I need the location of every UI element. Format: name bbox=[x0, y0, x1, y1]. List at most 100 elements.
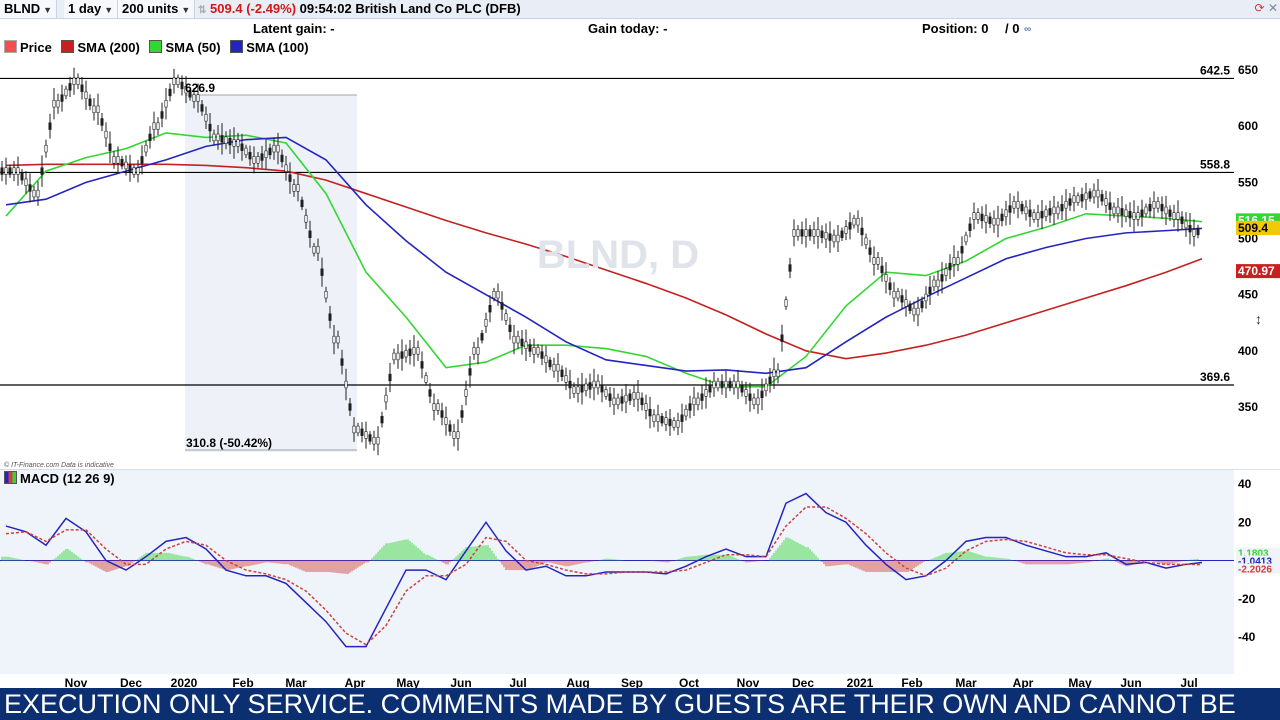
candle-body bbox=[1168, 209, 1172, 217]
candle-body bbox=[888, 282, 892, 290]
candle-body bbox=[1108, 202, 1112, 210]
candle-body bbox=[1012, 201, 1016, 209]
candle-body bbox=[784, 299, 788, 307]
candle-body bbox=[80, 84, 84, 92]
chevron-down-icon: ▼ bbox=[181, 5, 191, 15]
candle-body bbox=[216, 133, 220, 142]
price-chart[interactable]: 642.5558.8369.6 350400450500550600650 BL… bbox=[0, 38, 1280, 468]
candle-body bbox=[504, 313, 508, 321]
candle-body bbox=[796, 229, 800, 237]
legend-item[interactable]: Price bbox=[4, 40, 52, 55]
legend-item[interactable]: SMA (200) bbox=[61, 40, 140, 55]
units-selector[interactable]: 200 units ▼ bbox=[118, 0, 196, 18]
candle-body bbox=[196, 94, 200, 102]
candle-body bbox=[1148, 203, 1152, 212]
candle-body bbox=[104, 130, 108, 139]
interval-selector[interactable]: 1 day ▼ bbox=[64, 0, 119, 18]
candle-body bbox=[980, 213, 984, 222]
candle-body bbox=[852, 217, 856, 226]
candle-body bbox=[232, 139, 236, 147]
candle-body bbox=[92, 105, 96, 113]
candle-body bbox=[448, 424, 452, 432]
candle-body bbox=[348, 403, 352, 411]
candle-body bbox=[744, 389, 748, 397]
candle-body bbox=[16, 167, 20, 175]
candle-body bbox=[912, 307, 916, 316]
candle-body bbox=[792, 229, 796, 237]
candle-body bbox=[156, 122, 160, 130]
candle-body bbox=[212, 133, 216, 142]
candle-body bbox=[520, 338, 524, 347]
candle-body bbox=[968, 223, 972, 231]
candle-body bbox=[540, 351, 544, 359]
last-price: 509.4 bbox=[210, 1, 243, 16]
candle-body bbox=[524, 341, 528, 349]
refresh-icon[interactable]: ⟳ bbox=[1255, 1, 1265, 15]
candle-body bbox=[608, 393, 612, 401]
candle-body bbox=[52, 100, 56, 108]
legend-item[interactable]: SMA (50) bbox=[149, 40, 221, 55]
candle-body bbox=[628, 393, 632, 401]
candle-body bbox=[688, 403, 692, 411]
candle-body bbox=[776, 369, 780, 377]
y-tick-label: 550 bbox=[1238, 175, 1258, 189]
candle-body bbox=[72, 77, 76, 85]
candle-body bbox=[12, 167, 16, 175]
price-change: (-2.49%) bbox=[246, 1, 297, 16]
candle-body bbox=[1184, 220, 1188, 229]
candle-body bbox=[624, 394, 628, 403]
candle-body bbox=[544, 355, 548, 363]
symbol-label: BLND bbox=[4, 1, 41, 16]
candle-body bbox=[1064, 201, 1068, 209]
candle-body bbox=[660, 415, 664, 424]
candle-body bbox=[1128, 210, 1132, 219]
candle-body bbox=[908, 303, 912, 311]
candle-body bbox=[916, 307, 920, 316]
close-icon[interactable]: ✕ bbox=[1268, 1, 1278, 15]
y-tick-label: 650 bbox=[1238, 63, 1258, 77]
legend-item[interactable]: SMA (100) bbox=[230, 40, 309, 55]
candle-body bbox=[396, 352, 400, 361]
candle-body bbox=[680, 414, 684, 422]
candle-body bbox=[172, 77, 176, 85]
candle-body bbox=[1132, 212, 1136, 220]
candle-body bbox=[420, 361, 424, 369]
candle-body bbox=[260, 153, 264, 161]
link-icon[interactable]: ∞ bbox=[1024, 24, 1031, 35]
candle-body bbox=[856, 217, 860, 226]
position-sep: / 0 bbox=[1005, 21, 1020, 36]
candle-body bbox=[528, 344, 532, 352]
candle-body bbox=[272, 144, 276, 153]
candle-body bbox=[192, 94, 196, 102]
candle-body bbox=[96, 105, 100, 113]
candle-body bbox=[148, 133, 152, 142]
symbol-selector[interactable]: BLND ▼ bbox=[0, 0, 58, 18]
candle-body bbox=[288, 174, 292, 182]
level-label: 642.5 bbox=[1200, 63, 1230, 77]
candle-body bbox=[1124, 209, 1128, 217]
trade-icon[interactable]: ⇅ bbox=[198, 5, 206, 16]
candle-body bbox=[704, 389, 708, 397]
candle-body bbox=[496, 290, 500, 299]
candle-body bbox=[476, 347, 480, 355]
disclaimer-ticker: EXECUTION ONLY SERVICE. COMMENTS MADE BY… bbox=[0, 688, 1280, 720]
candle-body bbox=[452, 431, 456, 439]
candle-body bbox=[900, 295, 904, 303]
candle-body bbox=[1196, 227, 1200, 236]
candle-body bbox=[128, 164, 132, 172]
candle-body bbox=[480, 333, 484, 341]
macd-chart[interactable]: -40-202040 1.1803-1.0413-2.2026 bbox=[0, 469, 1280, 674]
candle-body bbox=[440, 410, 444, 418]
candle-body bbox=[364, 431, 368, 439]
candle-body bbox=[416, 347, 420, 355]
instrument-name: British Land Co PLC (DFB) bbox=[355, 1, 521, 16]
candle-body bbox=[88, 98, 92, 106]
candle-body bbox=[408, 348, 412, 356]
candle-body bbox=[136, 167, 140, 175]
candle-body bbox=[1076, 195, 1080, 203]
candle-body bbox=[300, 199, 304, 208]
candle-body bbox=[932, 279, 936, 288]
candle-body bbox=[304, 215, 308, 223]
candle-body bbox=[32, 189, 36, 198]
candle-body bbox=[1008, 205, 1012, 213]
